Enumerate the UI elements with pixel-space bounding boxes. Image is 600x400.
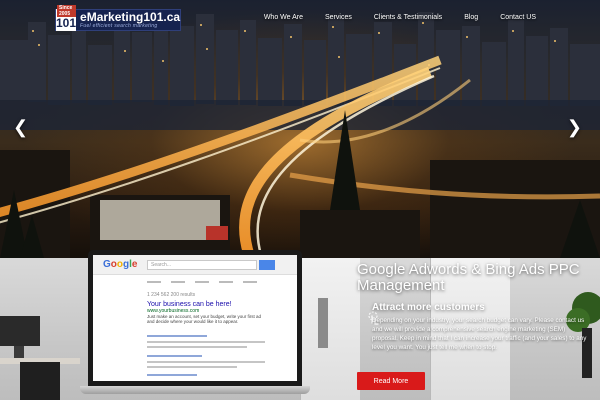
mock-result-line — [147, 374, 197, 376]
promo-body: Depending on your industry, your search … — [372, 317, 587, 351]
logo-name: eMarketing101.ca — [80, 10, 181, 24]
nav-item-who-we-are[interactable]: Who We Are — [264, 14, 303, 21]
main-nav: Who We Are Services Clients & Testimonia… — [242, 14, 536, 21]
chevron-left-icon[interactable]: ❮ — [13, 118, 28, 136]
read-more-button[interactable]: Read More — [357, 372, 425, 390]
mock-ad-description: Just make an account, set your budget, w… — [147, 314, 262, 324]
promo-subhead: Attract more customers — [372, 302, 485, 313]
logo-badge: Since 2005 — [57, 5, 77, 17]
mock-result-line — [147, 335, 207, 337]
logo-mark: Since 2005 101 — [56, 5, 77, 31]
mock-result-line — [147, 341, 265, 343]
chevron-right-icon[interactable]: ❯ — [567, 118, 582, 136]
mock-search-input: Search... — [147, 260, 257, 270]
nav-item-clients-testimonials[interactable]: Clients & Testimonials — [374, 14, 442, 21]
laptop-base — [80, 386, 310, 394]
mock-search-button — [259, 260, 275, 270]
logo-mark-text: 101 — [56, 16, 77, 30]
promo-headline: Google Adwords & Bing Ads PPC Management — [357, 261, 580, 294]
hero-slider: Since 2005 101 eMarketing101.ca Fuel eff… — [0, 0, 600, 258]
nav-item-blog[interactable]: Blog — [464, 14, 478, 21]
promo-panel: Google Adwords & Bing Ads PPC Management — [357, 262, 587, 294]
mock-results-count: 1 234 562 200 results — [147, 292, 196, 298]
city-night-photo — [0, 10, 600, 258]
site-logo[interactable]: Since 2005 101 eMarketing101.ca Fuel eff… — [55, 5, 181, 31]
logo-tagline: Fuel efficient search marketing — [80, 23, 158, 29]
mock-ad-result: Your business can be here! www.yourbusin… — [147, 301, 267, 324]
mock-result-line — [147, 355, 202, 357]
mock-result-line — [147, 346, 247, 348]
mock-result-line — [147, 361, 265, 363]
mock-ad-title: Your business can be here! — [147, 301, 232, 308]
laptop-screen: Google Search... 1 234 562 200 results Y… — [88, 250, 302, 386]
mock-result-tabs — [147, 281, 257, 283]
nav-item-services[interactable]: Services — [325, 14, 352, 21]
mock-result-line — [147, 366, 237, 368]
nav-item-contact-us[interactable]: Contact US — [500, 14, 536, 21]
google-logo: Google — [103, 259, 138, 270]
google-results-mockup: Google Search... 1 234 562 200 results Y… — [93, 255, 297, 381]
